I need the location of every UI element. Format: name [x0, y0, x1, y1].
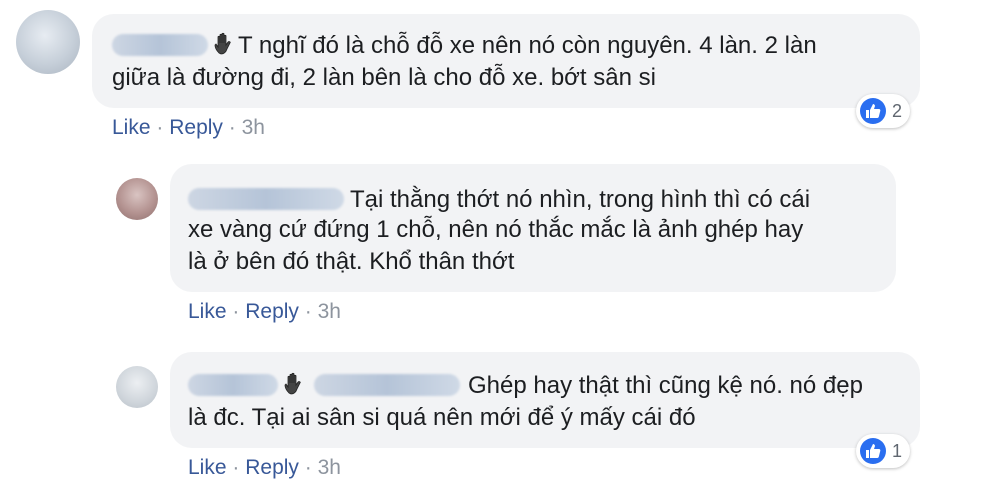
separator: ·: [156, 116, 164, 139]
separator: ·: [232, 456, 240, 479]
comment-actions: Like · Reply · 3h: [112, 116, 265, 140]
avatar[interactable]: [116, 366, 158, 408]
reply-link[interactable]: Reply: [169, 116, 223, 139]
like-link[interactable]: Like: [188, 456, 227, 479]
like-link[interactable]: Like: [188, 300, 227, 323]
comment-actions: Like · Reply · 3h: [188, 300, 341, 324]
thumbs-up-icon: [860, 98, 886, 124]
reaction-count: 2: [892, 100, 903, 121]
separator: ·: [304, 456, 312, 479]
separator: ·: [228, 116, 236, 139]
waving-hand-icon: [282, 372, 306, 396]
comment-text: giữa là đường đi, 2 làn bên là cho đỗ xe…: [112, 64, 656, 91]
tagged-name-blurred[interactable]: [314, 373, 460, 396]
comment-actions: Like · Reply · 3h: [188, 456, 341, 480]
timestamp[interactable]: 3h: [318, 300, 341, 323]
separator: ·: [232, 300, 240, 323]
waving-hand-icon: [212, 32, 236, 56]
comment-text: Ghép hay thật thì cũng kệ nó. nó đẹp: [468, 372, 863, 399]
comment-text: T nghĩ đó là chỗ đỗ xe nên nó còn nguyên…: [238, 32, 817, 59]
author-name-blurred[interactable]: [188, 187, 344, 210]
comment-bubble: Tại thằng thớt nó nhìn, trong hình thì c…: [170, 164, 896, 292]
author-name-blurred[interactable]: [188, 373, 278, 396]
like-link[interactable]: Like: [112, 116, 151, 139]
thumbs-up-icon: [860, 438, 886, 464]
comment-text: là ở bên đó thật. Khổ thân thớt: [188, 248, 515, 275]
reply-link[interactable]: Reply: [245, 456, 299, 479]
timestamp[interactable]: 3h: [318, 456, 341, 479]
comment-bubble: Ghép hay thật thì cũng kệ nó. nó đẹp là …: [170, 352, 920, 448]
comment-text: xe vàng cứ đứng 1 chỗ, nên nó thắc mắc l…: [188, 216, 804, 243]
comment-text: Tại thằng thớt nó nhìn, trong hình thì c…: [350, 186, 811, 213]
reply-link[interactable]: Reply: [245, 300, 299, 323]
comment-bubble: T nghĩ đó là chỗ đỗ xe nên nó còn nguyên…: [92, 14, 920, 108]
reaction-count: 1: [892, 440, 903, 461]
avatar[interactable]: [16, 10, 80, 74]
author-name-blurred[interactable]: [112, 33, 208, 56]
reaction-counter[interactable]: 2: [856, 94, 911, 128]
timestamp[interactable]: 3h: [242, 116, 265, 139]
separator: ·: [304, 300, 312, 323]
avatar[interactable]: [116, 178, 158, 220]
comment-text: là đc. Tại ai sân si quá nên mới để ý mấ…: [188, 404, 696, 431]
reaction-counter[interactable]: 1: [856, 434, 911, 468]
